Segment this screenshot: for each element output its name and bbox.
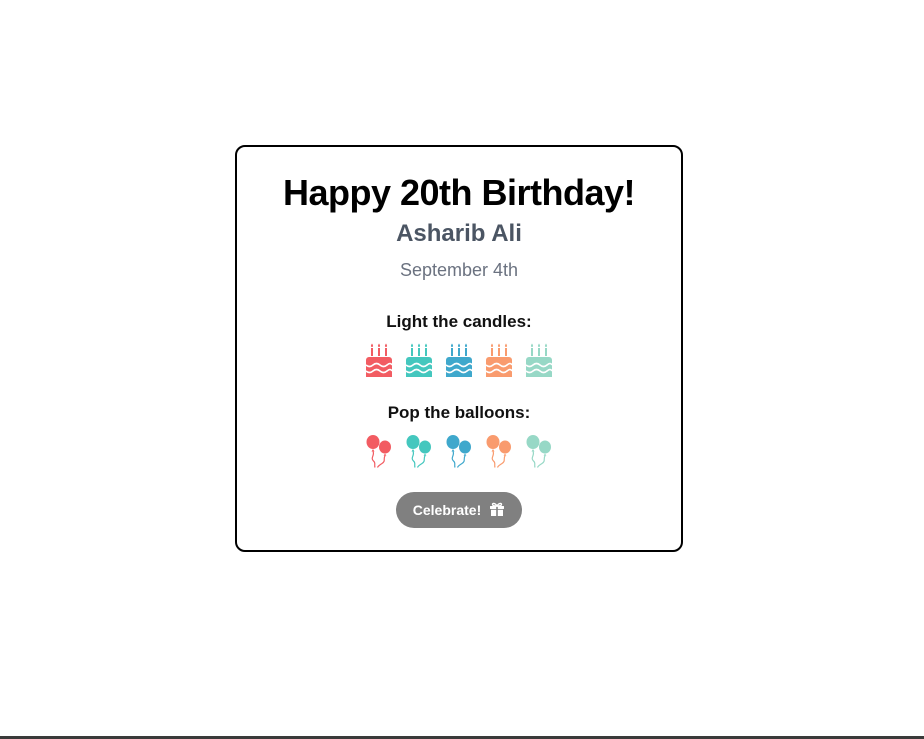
gift-icon [489, 501, 505, 520]
cakes-row [237, 343, 681, 377]
balloons-icon [485, 434, 513, 468]
birthday-card: Happy 20th Birthday! Asharib Ali Septemb… [235, 145, 683, 552]
birthday-cake-icon [525, 343, 553, 377]
balloons-icon [365, 434, 393, 468]
balloons-icon [445, 434, 473, 468]
birthday-cake-icon [445, 343, 473, 377]
balloon-button-4[interactable] [485, 434, 513, 468]
cake-button-2[interactable] [405, 343, 433, 377]
balloon-button-5[interactable] [525, 434, 553, 468]
celebrate-button[interactable]: Celebrate! [396, 492, 522, 528]
balloons-row [237, 434, 681, 468]
candles-label: Light the candles: [386, 312, 532, 331]
balloon-button-3[interactable] [445, 434, 473, 468]
birthday-cake-icon [485, 343, 513, 377]
recipient-name: Asharib Ali [396, 220, 522, 247]
cake-button-1[interactable] [365, 343, 393, 377]
balloons-icon [525, 434, 553, 468]
balloon-button-1[interactable] [365, 434, 393, 468]
balloons-label: Pop the balloons: [387, 403, 531, 422]
birthday-cake-icon [405, 343, 433, 377]
cake-button-4[interactable] [485, 343, 513, 377]
cake-button-5[interactable] [525, 343, 553, 377]
birthday-cake-icon [365, 343, 393, 377]
balloon-button-2[interactable] [405, 434, 433, 468]
card-title: Happy 20th Birthday! [282, 172, 636, 213]
page: Happy 20th Birthday! Asharib Ali Septemb… [0, 0, 924, 739]
cake-button-3[interactable] [445, 343, 473, 377]
balloons-icon [405, 434, 433, 468]
celebrate-label: Celebrate! [412, 502, 482, 518]
birthday-date: September 4th [399, 260, 519, 280]
